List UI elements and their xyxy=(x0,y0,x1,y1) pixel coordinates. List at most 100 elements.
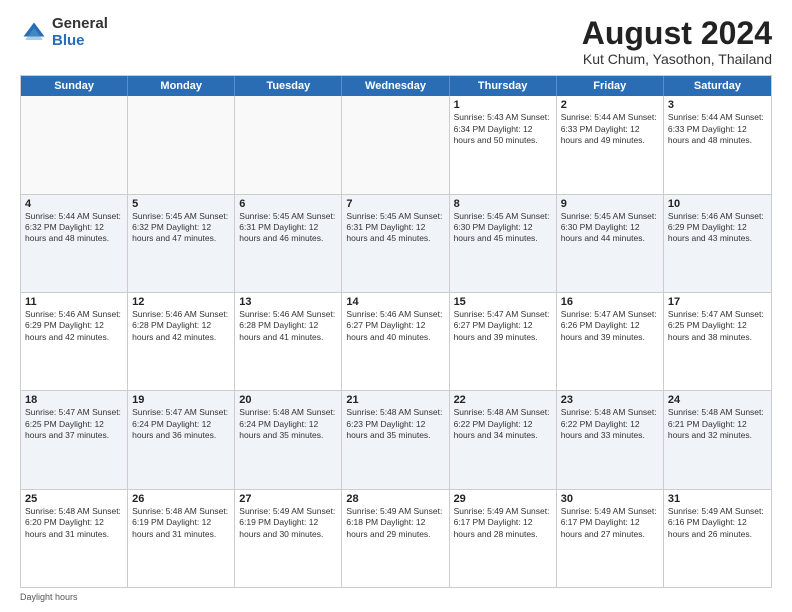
day-info: Sunrise: 5:47 AM Sunset: 6:25 PM Dayligh… xyxy=(25,407,123,441)
day-cell-14: 14Sunrise: 5:46 AM Sunset: 6:27 PM Dayli… xyxy=(342,293,449,390)
day-cell-29: 29Sunrise: 5:49 AM Sunset: 6:17 PM Dayli… xyxy=(450,490,557,587)
day-cell-4: 4Sunrise: 5:44 AM Sunset: 6:32 PM Daylig… xyxy=(21,195,128,292)
day-cell-19: 19Sunrise: 5:47 AM Sunset: 6:24 PM Dayli… xyxy=(128,391,235,488)
day-info: Sunrise: 5:49 AM Sunset: 6:19 PM Dayligh… xyxy=(239,506,337,540)
day-cell-26: 26Sunrise: 5:48 AM Sunset: 6:19 PM Dayli… xyxy=(128,490,235,587)
day-info: Sunrise: 5:49 AM Sunset: 6:17 PM Dayligh… xyxy=(561,506,659,540)
header-day-friday: Friday xyxy=(557,76,664,96)
day-cell-16: 16Sunrise: 5:47 AM Sunset: 6:26 PM Dayli… xyxy=(557,293,664,390)
day-number: 26 xyxy=(132,493,230,505)
empty-cell xyxy=(128,96,235,193)
day-cell-1: 1Sunrise: 5:43 AM Sunset: 6:34 PM Daylig… xyxy=(450,96,557,193)
day-number: 14 xyxy=(346,296,444,308)
day-cell-30: 30Sunrise: 5:49 AM Sunset: 6:17 PM Dayli… xyxy=(557,490,664,587)
day-number: 25 xyxy=(25,493,123,505)
logo-blue: Blue xyxy=(52,33,108,50)
day-info: Sunrise: 5:45 AM Sunset: 6:31 PM Dayligh… xyxy=(346,211,444,245)
page-subtitle: Kut Chum, Yasothon, Thailand xyxy=(582,51,772,67)
day-cell-25: 25Sunrise: 5:48 AM Sunset: 6:20 PM Dayli… xyxy=(21,490,128,587)
day-cell-22: 22Sunrise: 5:48 AM Sunset: 6:22 PM Dayli… xyxy=(450,391,557,488)
day-number: 31 xyxy=(668,493,767,505)
day-cell-31: 31Sunrise: 5:49 AM Sunset: 6:16 PM Dayli… xyxy=(664,490,771,587)
logo-text: General Blue xyxy=(52,16,108,49)
day-cell-27: 27Sunrise: 5:49 AM Sunset: 6:19 PM Dayli… xyxy=(235,490,342,587)
day-number: 7 xyxy=(346,198,444,210)
day-cell-3: 3Sunrise: 5:44 AM Sunset: 6:33 PM Daylig… xyxy=(664,96,771,193)
header-day-wednesday: Wednesday xyxy=(342,76,449,96)
day-number: 20 xyxy=(239,394,337,406)
page-title: August 2024 xyxy=(582,16,772,51)
day-info: Sunrise: 5:47 AM Sunset: 6:27 PM Dayligh… xyxy=(454,309,552,343)
day-number: 11 xyxy=(25,296,123,308)
day-cell-11: 11Sunrise: 5:46 AM Sunset: 6:29 PM Dayli… xyxy=(21,293,128,390)
day-cell-15: 15Sunrise: 5:47 AM Sunset: 6:27 PM Dayli… xyxy=(450,293,557,390)
day-cell-5: 5Sunrise: 5:45 AM Sunset: 6:32 PM Daylig… xyxy=(128,195,235,292)
day-cell-24: 24Sunrise: 5:48 AM Sunset: 6:21 PM Dayli… xyxy=(664,391,771,488)
logo: General Blue xyxy=(20,16,108,49)
day-info: Sunrise: 5:47 AM Sunset: 6:26 PM Dayligh… xyxy=(561,309,659,343)
day-number: 21 xyxy=(346,394,444,406)
day-info: Sunrise: 5:46 AM Sunset: 6:29 PM Dayligh… xyxy=(25,309,123,343)
day-cell-23: 23Sunrise: 5:48 AM Sunset: 6:22 PM Dayli… xyxy=(557,391,664,488)
day-cell-7: 7Sunrise: 5:45 AM Sunset: 6:31 PM Daylig… xyxy=(342,195,449,292)
day-cell-10: 10Sunrise: 5:46 AM Sunset: 6:29 PM Dayli… xyxy=(664,195,771,292)
day-cell-17: 17Sunrise: 5:47 AM Sunset: 6:25 PM Dayli… xyxy=(664,293,771,390)
header-day-sunday: Sunday xyxy=(21,76,128,96)
day-cell-13: 13Sunrise: 5:46 AM Sunset: 6:28 PM Dayli… xyxy=(235,293,342,390)
day-info: Sunrise: 5:48 AM Sunset: 6:24 PM Dayligh… xyxy=(239,407,337,441)
day-info: Sunrise: 5:44 AM Sunset: 6:33 PM Dayligh… xyxy=(561,112,659,146)
calendar-row-4: 25Sunrise: 5:48 AM Sunset: 6:20 PM Dayli… xyxy=(21,489,771,587)
day-cell-28: 28Sunrise: 5:49 AM Sunset: 6:18 PM Dayli… xyxy=(342,490,449,587)
day-number: 24 xyxy=(668,394,767,406)
day-cell-6: 6Sunrise: 5:45 AM Sunset: 6:31 PM Daylig… xyxy=(235,195,342,292)
day-info: Sunrise: 5:45 AM Sunset: 6:30 PM Dayligh… xyxy=(561,211,659,245)
day-number: 2 xyxy=(561,99,659,111)
day-number: 9 xyxy=(561,198,659,210)
day-info: Sunrise: 5:48 AM Sunset: 6:19 PM Dayligh… xyxy=(132,506,230,540)
empty-cell xyxy=(235,96,342,193)
day-info: Sunrise: 5:49 AM Sunset: 6:17 PM Dayligh… xyxy=(454,506,552,540)
day-info: Sunrise: 5:49 AM Sunset: 6:16 PM Dayligh… xyxy=(668,506,767,540)
day-number: 28 xyxy=(346,493,444,505)
day-number: 10 xyxy=(668,198,767,210)
logo-general: General xyxy=(52,16,108,33)
header-day-tuesday: Tuesday xyxy=(235,76,342,96)
day-number: 22 xyxy=(454,394,552,406)
calendar-row-2: 11Sunrise: 5:46 AM Sunset: 6:29 PM Dayli… xyxy=(21,292,771,390)
day-number: 12 xyxy=(132,296,230,308)
day-info: Sunrise: 5:46 AM Sunset: 6:27 PM Dayligh… xyxy=(346,309,444,343)
day-cell-8: 8Sunrise: 5:45 AM Sunset: 6:30 PM Daylig… xyxy=(450,195,557,292)
day-number: 17 xyxy=(668,296,767,308)
day-number: 30 xyxy=(561,493,659,505)
header-day-thursday: Thursday xyxy=(450,76,557,96)
day-info: Sunrise: 5:44 AM Sunset: 6:32 PM Dayligh… xyxy=(25,211,123,245)
day-info: Sunrise: 5:48 AM Sunset: 6:21 PM Dayligh… xyxy=(668,407,767,441)
day-number: 19 xyxy=(132,394,230,406)
day-number: 3 xyxy=(668,99,767,111)
day-cell-9: 9Sunrise: 5:45 AM Sunset: 6:30 PM Daylig… xyxy=(557,195,664,292)
day-info: Sunrise: 5:48 AM Sunset: 6:20 PM Dayligh… xyxy=(25,506,123,540)
calendar-body: 1Sunrise: 5:43 AM Sunset: 6:34 PM Daylig… xyxy=(21,96,771,587)
day-info: Sunrise: 5:47 AM Sunset: 6:25 PM Dayligh… xyxy=(668,309,767,343)
day-number: 1 xyxy=(454,99,552,111)
title-block: August 2024 Kut Chum, Yasothon, Thailand xyxy=(582,16,772,67)
empty-cell xyxy=(21,96,128,193)
header-day-saturday: Saturday xyxy=(664,76,771,96)
day-number: 18 xyxy=(25,394,123,406)
day-info: Sunrise: 5:47 AM Sunset: 6:24 PM Dayligh… xyxy=(132,407,230,441)
day-cell-2: 2Sunrise: 5:44 AM Sunset: 6:33 PM Daylig… xyxy=(557,96,664,193)
day-number: 13 xyxy=(239,296,337,308)
day-number: 6 xyxy=(239,198,337,210)
day-number: 23 xyxy=(561,394,659,406)
day-number: 27 xyxy=(239,493,337,505)
day-number: 4 xyxy=(25,198,123,210)
day-number: 15 xyxy=(454,296,552,308)
day-cell-21: 21Sunrise: 5:48 AM Sunset: 6:23 PM Dayli… xyxy=(342,391,449,488)
calendar-row-0: 1Sunrise: 5:43 AM Sunset: 6:34 PM Daylig… xyxy=(21,96,771,193)
day-number: 29 xyxy=(454,493,552,505)
day-cell-18: 18Sunrise: 5:47 AM Sunset: 6:25 PM Dayli… xyxy=(21,391,128,488)
footer-note: Daylight hours xyxy=(20,592,772,602)
logo-icon xyxy=(20,19,48,47)
day-info: Sunrise: 5:45 AM Sunset: 6:32 PM Dayligh… xyxy=(132,211,230,245)
day-info: Sunrise: 5:48 AM Sunset: 6:23 PM Dayligh… xyxy=(346,407,444,441)
